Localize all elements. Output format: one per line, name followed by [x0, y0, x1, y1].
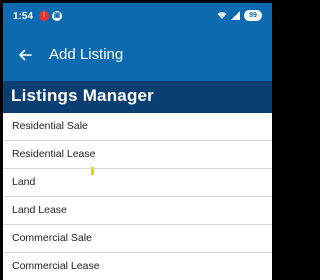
app-bar: Add Listing — [3, 31, 272, 81]
app-screen: 1:54 ! ▣ 99 Add Listing Listings Manager… — [3, 3, 272, 280]
page-title: Add Listing — [49, 46, 124, 63]
list-item-commercial-lease[interactable]: Commercial Lease — [3, 253, 272, 280]
list-item-land[interactable]: Land — [3, 169, 272, 197]
status-bar: 1:54 ! ▣ 99 — [3, 3, 272, 31]
touch-cursor-marker — [91, 167, 94, 175]
list-item-land-lease[interactable]: Land Lease — [3, 197, 272, 225]
sim-icon: ▣ — [52, 11, 62, 21]
battery-icon: 99 — [244, 10, 262, 21]
listing-type-list: Residential Sale Residential Lease Land … — [3, 113, 272, 280]
signal-icon — [231, 11, 240, 20]
wifi-icon — [217, 12, 227, 19]
alert-notification-icon: ! — [39, 11, 49, 21]
status-time: 1:54 — [13, 11, 34, 22]
list-item-residential-sale[interactable]: Residential Sale — [3, 113, 272, 141]
list-item-residential-lease[interactable]: Residential Lease — [3, 141, 272, 169]
list-item-commercial-sale[interactable]: Commercial Sale — [3, 225, 272, 253]
back-button[interactable] — [13, 43, 37, 67]
section-title: Listings Manager — [11, 86, 155, 105]
arrow-left-icon — [19, 49, 32, 61]
section-header: Listings Manager — [3, 81, 272, 113]
status-icons: 99 — [217, 10, 262, 21]
